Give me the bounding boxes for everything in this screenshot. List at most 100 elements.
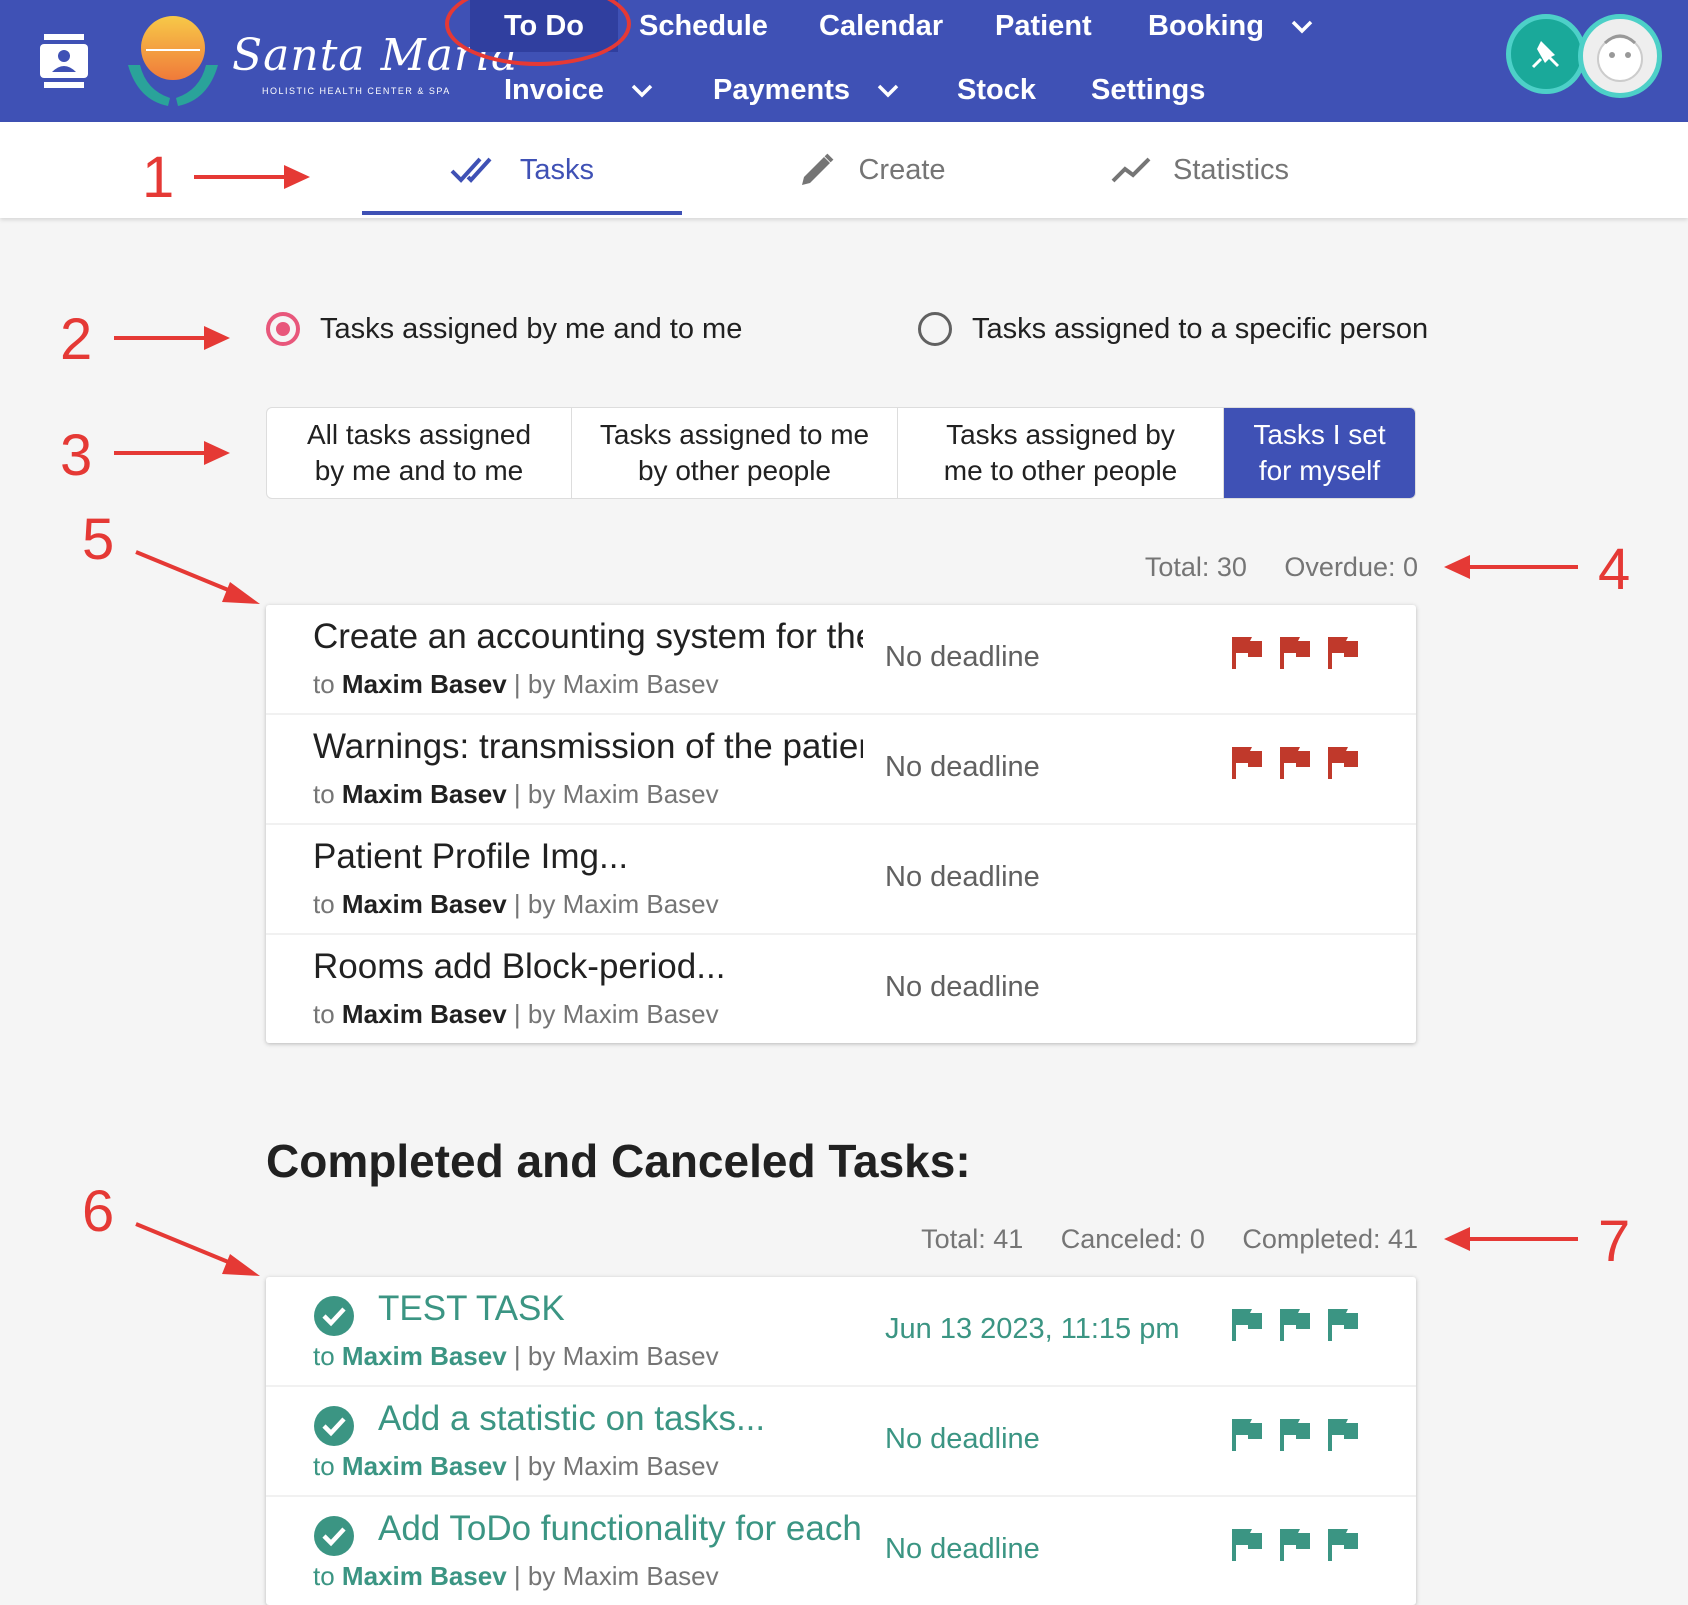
tab-tasks[interactable]: Tasks — [362, 122, 682, 218]
assignee-prefix: to — [313, 999, 342, 1029]
nav-patient[interactable]: Patient — [995, 0, 1092, 52]
annotation-arrow — [135, 550, 260, 604]
task-deadline: Jun 13 2023, 11:15 pm — [885, 1313, 1180, 1345]
nav-booking-label: Booking — [1148, 10, 1264, 42]
brand-tagline: HOLISTIC HEALTH CENTER & SPA — [262, 86, 451, 96]
nav-payments-label: Payments — [713, 74, 851, 106]
task-deadline: No deadline — [885, 751, 1040, 783]
assignee-name: Maxim Basev — [341, 1451, 507, 1481]
nav-calendar[interactable]: Calendar — [819, 0, 943, 52]
nav-stock[interactable]: Stock — [957, 64, 1036, 116]
segment-set-for-myself[interactable]: Tasks I set for myself — [1224, 408, 1415, 498]
nav-settings[interactable]: Settings — [1091, 64, 1205, 116]
top-navigation-bar: Santa Maria HOLISTIC HEALTH CENTER & SPA… — [0, 0, 1688, 122]
canceled-count: Canceled: 0 — [1060, 1224, 1205, 1254]
flag-icon — [1328, 1529, 1358, 1561]
annotation-number: 3 — [60, 423, 93, 488]
priority-flags — [1232, 1417, 1376, 1451]
task-deadline: No deadline — [885, 861, 1040, 893]
nav-invoice-label: Invoice — [504, 74, 604, 106]
radio-label: Tasks assigned by me and to me — [320, 312, 743, 345]
task-assignment: to Maxim Basev | by Maxim Basev — [313, 1451, 719, 1482]
chevron-down-icon — [877, 85, 899, 98]
task-title: Patient Profile Img... — [313, 837, 629, 876]
assignee-prefix: to — [313, 1341, 342, 1371]
task-row[interactable]: Add ToDo functionality for each to Maxim… — [266, 1497, 1416, 1605]
tab-statistics[interactable]: Statistics — [1040, 122, 1360, 218]
radio-specific-person[interactable]: Tasks assigned to a specific person — [918, 312, 1428, 346]
nav-invoice[interactable]: Invoice — [504, 64, 654, 116]
nav-schedule-label: Schedule — [639, 10, 768, 42]
task-assignment: to Maxim Basev | by Maxim Basev — [313, 1341, 719, 1372]
annotation-number: 5 — [82, 507, 115, 572]
task-row[interactable]: Rooms add Block-period... to Maxim Basev… — [266, 935, 1416, 1043]
nav-schedule[interactable]: Schedule — [639, 0, 768, 52]
user-avatar[interactable] — [1578, 14, 1662, 98]
segment-label: Tasks assigned by — [946, 419, 1175, 450]
pin-button[interactable] — [1506, 14, 1586, 94]
task-row[interactable]: TEST TASK to Maxim Basev | by Maxim Base… — [266, 1277, 1416, 1387]
nav-booking[interactable]: Booking — [1148, 0, 1314, 52]
task-assignment: to Maxim Basev | by Maxim Basev — [313, 669, 719, 700]
pin-icon — [1531, 41, 1559, 69]
assigner: | by Maxim Basev — [506, 889, 719, 919]
assigner: | by Maxim Basev — [506, 999, 719, 1029]
assignee-name: Maxim Basev — [341, 999, 507, 1029]
priority-flags — [1232, 745, 1376, 779]
assignee-name: Maxim Basev — [341, 779, 507, 809]
assignee-prefix: to — [313, 1451, 342, 1481]
flag-icon — [1232, 1309, 1262, 1341]
task-title: Rooms add Block-period... — [313, 947, 726, 986]
nav-todo[interactable]: To Do — [470, 0, 618, 52]
task-row[interactable]: Create an accounting system for the to M… — [266, 605, 1416, 715]
assignee-name: Maxim Basev — [341, 669, 507, 699]
assigner: | by Maxim Basev — [506, 779, 719, 809]
active-task-list: Create an accounting system for the to M… — [266, 605, 1416, 1043]
task-row[interactable]: Warnings: transmission of the patient to… — [266, 715, 1416, 825]
tab-statistics-label: Statistics — [1172, 153, 1290, 186]
annotation-arrow — [1444, 1227, 1578, 1251]
task-row[interactable]: Add a statistic on tasks... to Maxim Bas… — [266, 1387, 1416, 1497]
assigner: | by Maxim Basev — [506, 1341, 719, 1371]
nav-stock-label: Stock — [957, 74, 1036, 106]
task-deadline: No deadline — [885, 1533, 1040, 1565]
radio-by-me-and-to-me[interactable]: Tasks assigned by me and to me — [266, 312, 742, 346]
annotation-arrow — [1444, 555, 1578, 579]
segment-label: by other people — [637, 455, 832, 486]
tab-create[interactable]: Create — [712, 122, 1032, 218]
double-check-icon — [450, 157, 492, 183]
nav-patient-label: Patient — [995, 10, 1092, 42]
task-assignment: to Maxim Basev | by Maxim Basev — [313, 779, 719, 810]
completed-section-title: Completed and Canceled Tasks: — [266, 1135, 971, 1187]
segment-assigned-to-me[interactable]: Tasks assigned to me by other people — [572, 408, 898, 498]
nav-calendar-label: Calendar — [819, 10, 944, 42]
flag-icon — [1328, 747, 1358, 779]
radio-unselected-icon — [918, 312, 952, 346]
annotation-arrow — [114, 441, 230, 465]
active-task-stats: Total: 30 Overdue: 0 — [1115, 552, 1418, 583]
task-deadline: No deadline — [885, 641, 1040, 673]
flag-icon — [1280, 1419, 1310, 1451]
segment-all-tasks[interactable]: All tasks assigned by me and to me — [267, 408, 572, 498]
contacts-icon[interactable] — [40, 34, 88, 88]
segment-label: Tasks assigned to me — [599, 419, 870, 450]
trend-line-icon — [1111, 157, 1151, 183]
segment-assigned-by-me[interactable]: Tasks assigned by me to other people — [898, 408, 1224, 498]
annotation-arrow — [135, 1222, 260, 1276]
assigner: | by Maxim Basev — [506, 1451, 719, 1481]
nav-payments[interactable]: Payments — [713, 64, 900, 116]
task-row[interactable]: Patient Profile Img... to Maxim Basev | … — [266, 825, 1416, 935]
annotation-number: 7 — [1598, 1209, 1631, 1274]
annotation-number: 2 — [60, 307, 93, 372]
task-assignment: to Maxim Basev | by Maxim Basev — [313, 999, 719, 1030]
completed-task-stats: Total: 41 Canceled: 0 Completed: 41 — [891, 1224, 1418, 1255]
task-assignment: to Maxim Basev | by Maxim Basev — [313, 889, 719, 920]
task-title: TEST TASK — [378, 1289, 565, 1328]
tab-tasks-label: Tasks — [519, 153, 595, 186]
total-count: Total: 41 — [921, 1224, 1024, 1254]
segment-label: All tasks assigned — [306, 419, 532, 450]
check-circle-icon — [314, 1406, 354, 1446]
priority-flags — [1232, 1307, 1376, 1341]
flag-icon — [1280, 1529, 1310, 1561]
avatar-icon — [1597, 34, 1643, 82]
